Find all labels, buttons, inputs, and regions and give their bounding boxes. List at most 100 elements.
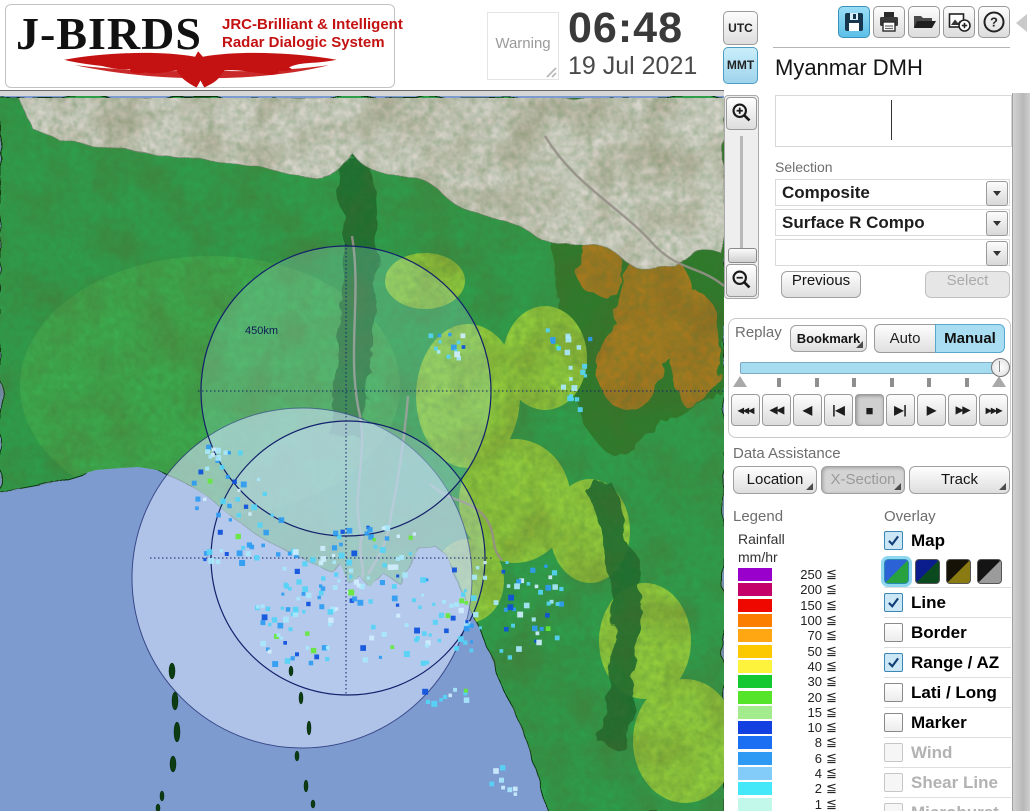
legend-value: 250 <box>800 567 822 583</box>
rainfall-echo <box>292 549 299 556</box>
rainfall-echo <box>395 557 400 561</box>
rainfall-echo <box>449 603 454 608</box>
rainfall-echo <box>565 333 571 339</box>
microburst-checkbox[interactable] <box>884 803 903 811</box>
panel-splitter[interactable] <box>1012 93 1030 811</box>
rainfall-echo <box>372 538 376 542</box>
resize-grip-icon[interactable] <box>545 66 557 78</box>
rainfall-echo <box>531 617 536 622</box>
zoom-slider-track[interactable] <box>740 136 743 258</box>
fast-forward-3x-button[interactable]: ▶▶▶ <box>979 394 1008 426</box>
product-info-box[interactable] <box>775 95 1012 147</box>
rainfall-echo <box>257 522 263 528</box>
manual-mode-button[interactable]: Manual <box>935 324 1005 353</box>
fast-rewind-button[interactable]: ◀◀ <box>762 394 791 426</box>
map-style-swatch-4[interactable] <box>977 558 1002 584</box>
rainfall-echo <box>501 569 506 574</box>
zoom-in-button[interactable] <box>726 97 757 130</box>
rainfall-echo <box>203 497 207 501</box>
chevron-down-icon[interactable] <box>986 181 1008 206</box>
zoom-out-button[interactable] <box>726 264 757 297</box>
open-folder-button[interactable] <box>908 6 940 38</box>
rainfall-echo <box>348 568 354 573</box>
range-az-checkbox[interactable] <box>884 653 903 672</box>
rainfall-echo <box>283 641 287 645</box>
shear-line-checkbox[interactable] <box>884 773 903 792</box>
rainfall-echo <box>310 557 316 563</box>
line-checkbox[interactable] <box>884 593 903 612</box>
legend-row: 15 ≦ <box>738 705 848 720</box>
overlay-label: Overlay <box>884 508 936 525</box>
rainfall-echo <box>220 498 226 505</box>
select-button[interactable]: Select <box>925 271 1010 298</box>
chevron-down-icon[interactable] <box>986 241 1008 266</box>
previous-button[interactable]: Previous <box>781 271 861 298</box>
rainfall-echo <box>203 557 207 562</box>
border-checkbox[interactable] <box>884 623 903 642</box>
product-dropdown[interactable]: Surface R Compo <box>775 209 1010 236</box>
zoom-slider-thumb[interactable] <box>728 248 757 263</box>
wind-checkbox[interactable] <box>884 743 903 762</box>
warning-panel[interactable]: Warning <box>487 12 559 80</box>
location-button[interactable]: Location <box>733 466 817 494</box>
rainfall-echo <box>408 535 413 540</box>
category-dropdown[interactable]: Composite <box>775 179 1010 206</box>
rainfall-echo <box>473 611 479 618</box>
print-button[interactable] <box>873 6 905 38</box>
bookmark-button[interactable]: Bookmark <box>790 325 867 352</box>
rainfall-echo <box>574 397 580 402</box>
extra-dropdown[interactable] <box>775 239 1010 266</box>
play-backward-button[interactable]: ◀ <box>793 394 822 426</box>
map-style-swatch-2[interactable] <box>915 558 940 584</box>
rainfall-echo <box>283 582 289 588</box>
fast-rewind-3x-button[interactable]: ◀◀◀ <box>731 394 760 426</box>
step-backward-button[interactable]: |◀ <box>824 394 853 426</box>
rainfall-echo <box>544 564 548 568</box>
map-checkbox[interactable] <box>884 531 903 550</box>
rainfall-echo <box>411 598 416 603</box>
rainfall-echo <box>367 527 373 533</box>
track-button[interactable]: Track <box>909 466 1010 494</box>
auto-mode-button[interactable]: Auto <box>874 324 936 353</box>
step-forward-button[interactable]: ▶| <box>886 394 915 426</box>
help-button[interactable]: ? <box>978 6 1010 38</box>
rainfall-echo <box>445 613 451 619</box>
rainfall-echo <box>305 631 310 636</box>
rainfall-echo <box>292 606 299 613</box>
legend-value: 6 <box>814 750 822 766</box>
legend-lte-symbol: ≦ <box>826 628 837 644</box>
rainfall-echo <box>215 447 221 454</box>
rainfall-echo <box>420 660 426 666</box>
fast-forward-button[interactable]: ▶▶ <box>948 394 977 426</box>
utc-toggle-button[interactable]: UTC <box>723 11 758 45</box>
radar-map-viewport[interactable]: 450km <box>0 90 724 811</box>
rainfall-echo <box>559 586 564 592</box>
replay-slider-thumb[interactable] <box>991 358 1010 377</box>
radar-map[interactable]: 450km <box>0 96 724 811</box>
legend-color-swatch <box>738 767 772 780</box>
rainfall-echo <box>396 534 400 538</box>
map-style-swatch-3[interactable] <box>946 558 971 584</box>
add-image-icon <box>948 13 971 32</box>
chevron-down-icon[interactable] <box>986 211 1008 236</box>
replay-timeline-slider[interactable] <box>740 362 1004 374</box>
lati-long-checkbox[interactable] <box>884 683 903 702</box>
rainfall-echo <box>308 660 314 666</box>
x-section-button[interactable]: X-Section <box>821 466 905 494</box>
rainfall-echo <box>437 638 442 643</box>
rainfall-echo <box>415 635 420 640</box>
add-image-button[interactable] <box>943 6 975 38</box>
rainfall-echo <box>278 517 285 523</box>
stop-button[interactable]: ■ <box>855 394 884 426</box>
rainfall-echo <box>208 454 213 459</box>
panel-collapse-icon[interactable] <box>1016 14 1027 32</box>
overlay-label-lati-long: Lati / Long <box>911 682 997 702</box>
marker-checkbox[interactable] <box>884 713 903 732</box>
rainfall-echo <box>463 589 467 593</box>
map-style-swatch-1[interactable] <box>881 555 912 587</box>
save-button[interactable] <box>838 6 870 38</box>
slider-tick <box>815 378 819 387</box>
mmt-toggle-button[interactable]: MMT <box>723 47 758 84</box>
legend-value: 40 <box>807 658 822 674</box>
play-button[interactable]: ▶ <box>917 394 946 426</box>
